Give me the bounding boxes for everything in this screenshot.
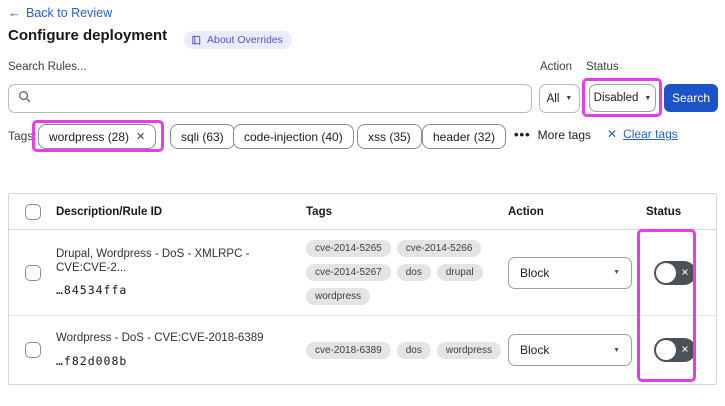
configure-deployment-page: ← Back to Review Configure deployment Ab… bbox=[0, 0, 725, 406]
action-select-value: Block bbox=[520, 343, 550, 357]
table-row: Wordpress - DoS - CVE:CVE-2018-6389 …f82… bbox=[9, 316, 716, 384]
more-tags-button[interactable]: ••• More tags bbox=[514, 127, 591, 142]
tag-chip-label: wordpress (28) bbox=[49, 129, 130, 144]
chevron-down-icon: ▼ bbox=[565, 95, 573, 102]
rule-tag-pill: dos bbox=[396, 264, 431, 281]
remove-tag-icon[interactable]: ✕ bbox=[136, 130, 145, 143]
page-title: Configure deployment bbox=[8, 27, 168, 44]
action-filter-dropdown[interactable]: All ▼ bbox=[539, 84, 580, 113]
table-header-row: Description/Rule ID Tags Action Status bbox=[9, 194, 716, 230]
back-to-review-link[interactable]: ← Back to Review bbox=[8, 5, 112, 20]
chevron-down-icon: ▼ bbox=[613, 269, 620, 276]
tag-chip-code-injection[interactable]: code-injection (40) bbox=[233, 124, 354, 149]
rule-tag-pill: cve-2018-6389 bbox=[306, 341, 391, 359]
column-header-tags: Tags bbox=[306, 205, 332, 218]
action-select-value: Block bbox=[520, 265, 550, 280]
chevron-down-icon: ▼ bbox=[644, 94, 652, 102]
more-tags-label: More tags bbox=[537, 127, 592, 142]
row-checkbox[interactable] bbox=[25, 264, 41, 281]
toggle-off-x-icon: ✕ bbox=[681, 266, 689, 278]
toggle-knob bbox=[656, 340, 676, 360]
rule-tags: cve-2014-5265 cve-2014-5266 cve-2014-526… bbox=[306, 240, 506, 305]
chevron-down-icon: ▼ bbox=[613, 346, 620, 354]
back-arrow-icon: ← bbox=[8, 5, 21, 20]
tag-chip-label: header (32) bbox=[433, 129, 496, 144]
search-button[interactable]: Search bbox=[664, 84, 718, 112]
tag-chip-label: xss (35) bbox=[368, 129, 411, 144]
table-row: Drupal, Wordpress - DoS - XMLRPC - CVE:C… bbox=[9, 230, 716, 316]
column-header-description: Description/Rule ID bbox=[56, 205, 163, 218]
rule-tag-pill: wordpress bbox=[436, 341, 501, 359]
tag-chip-label: sqli (63) bbox=[181, 129, 224, 144]
about-badge-label: About Overrides bbox=[207, 34, 283, 46]
search-rules-box bbox=[8, 84, 532, 113]
status-toggle-off[interactable]: ✕ bbox=[654, 260, 696, 285]
rule-tag-pill: dos bbox=[396, 341, 431, 359]
column-header-status: Status bbox=[646, 205, 682, 218]
rule-tag-pill: cve-2014-5267 bbox=[306, 264, 391, 281]
row-checkbox[interactable] bbox=[25, 342, 41, 358]
action-filter-value: All bbox=[546, 92, 560, 105]
clear-tags-label: Clear tags bbox=[623, 127, 678, 141]
status-label: Status bbox=[586, 61, 619, 73]
ellipsis-icon: ••• bbox=[514, 127, 531, 142]
toggle-knob bbox=[656, 262, 676, 283]
tag-chip-label: code-injection (40) bbox=[244, 129, 343, 144]
tags-label: Tags: bbox=[8, 129, 37, 143]
search-icon bbox=[18, 90, 31, 108]
book-icon bbox=[191, 35, 202, 46]
rule-id: …84534ffa bbox=[56, 282, 128, 297]
select-all-checkbox[interactable] bbox=[25, 203, 41, 220]
about-overrides-badge[interactable]: About Overrides bbox=[184, 31, 292, 49]
status-toggle-off[interactable]: ✕ bbox=[654, 338, 696, 362]
rule-tag-pill: cve-2014-5265 bbox=[306, 240, 391, 257]
status-filter-value: Disabled bbox=[593, 92, 639, 104]
action-select[interactable]: Block ▼ bbox=[508, 334, 632, 366]
toggle-off-x-icon: ✕ bbox=[681, 344, 689, 356]
close-icon: ✕ bbox=[607, 127, 618, 141]
action-label: Action bbox=[540, 61, 572, 73]
rule-tag-pill: wordpress bbox=[306, 288, 371, 305]
tag-chip-xss[interactable]: xss (35) bbox=[357, 124, 422, 149]
tag-chip-header[interactable]: header (32) bbox=[422, 124, 507, 149]
tag-chip-sqli[interactable]: sqli (63) bbox=[170, 124, 235, 149]
rule-tags: cve-2018-6389 dos wordpress bbox=[306, 341, 506, 359]
back-link-label: Back to Review bbox=[26, 5, 113, 20]
search-rules-input[interactable] bbox=[31, 85, 531, 112]
rule-id: …f82d008b bbox=[56, 353, 128, 368]
rule-tag-pill: cve-2014-5266 bbox=[396, 240, 482, 257]
status-filter-dropdown[interactable]: Disabled ▼ bbox=[589, 84, 656, 112]
column-header-action: Action bbox=[508, 205, 544, 218]
rule-description: Drupal, Wordpress - DoS - XMLRPC - CVE:C… bbox=[56, 248, 250, 274]
clear-tags-link[interactable]: ✕ Clear tags bbox=[607, 127, 678, 141]
rule-tag-pill: drupal bbox=[436, 264, 483, 281]
rules-table: Description/Rule ID Tags Action Status D… bbox=[8, 193, 717, 385]
rule-description: Wordpress - DoS - CVE:CVE-2018-6389 bbox=[56, 332, 264, 345]
search-rules-label: Search Rules... bbox=[8, 61, 87, 73]
action-select[interactable]: Block ▼ bbox=[508, 256, 632, 289]
tag-chip-wordpress[interactable]: wordpress (28) ✕ bbox=[38, 124, 157, 149]
